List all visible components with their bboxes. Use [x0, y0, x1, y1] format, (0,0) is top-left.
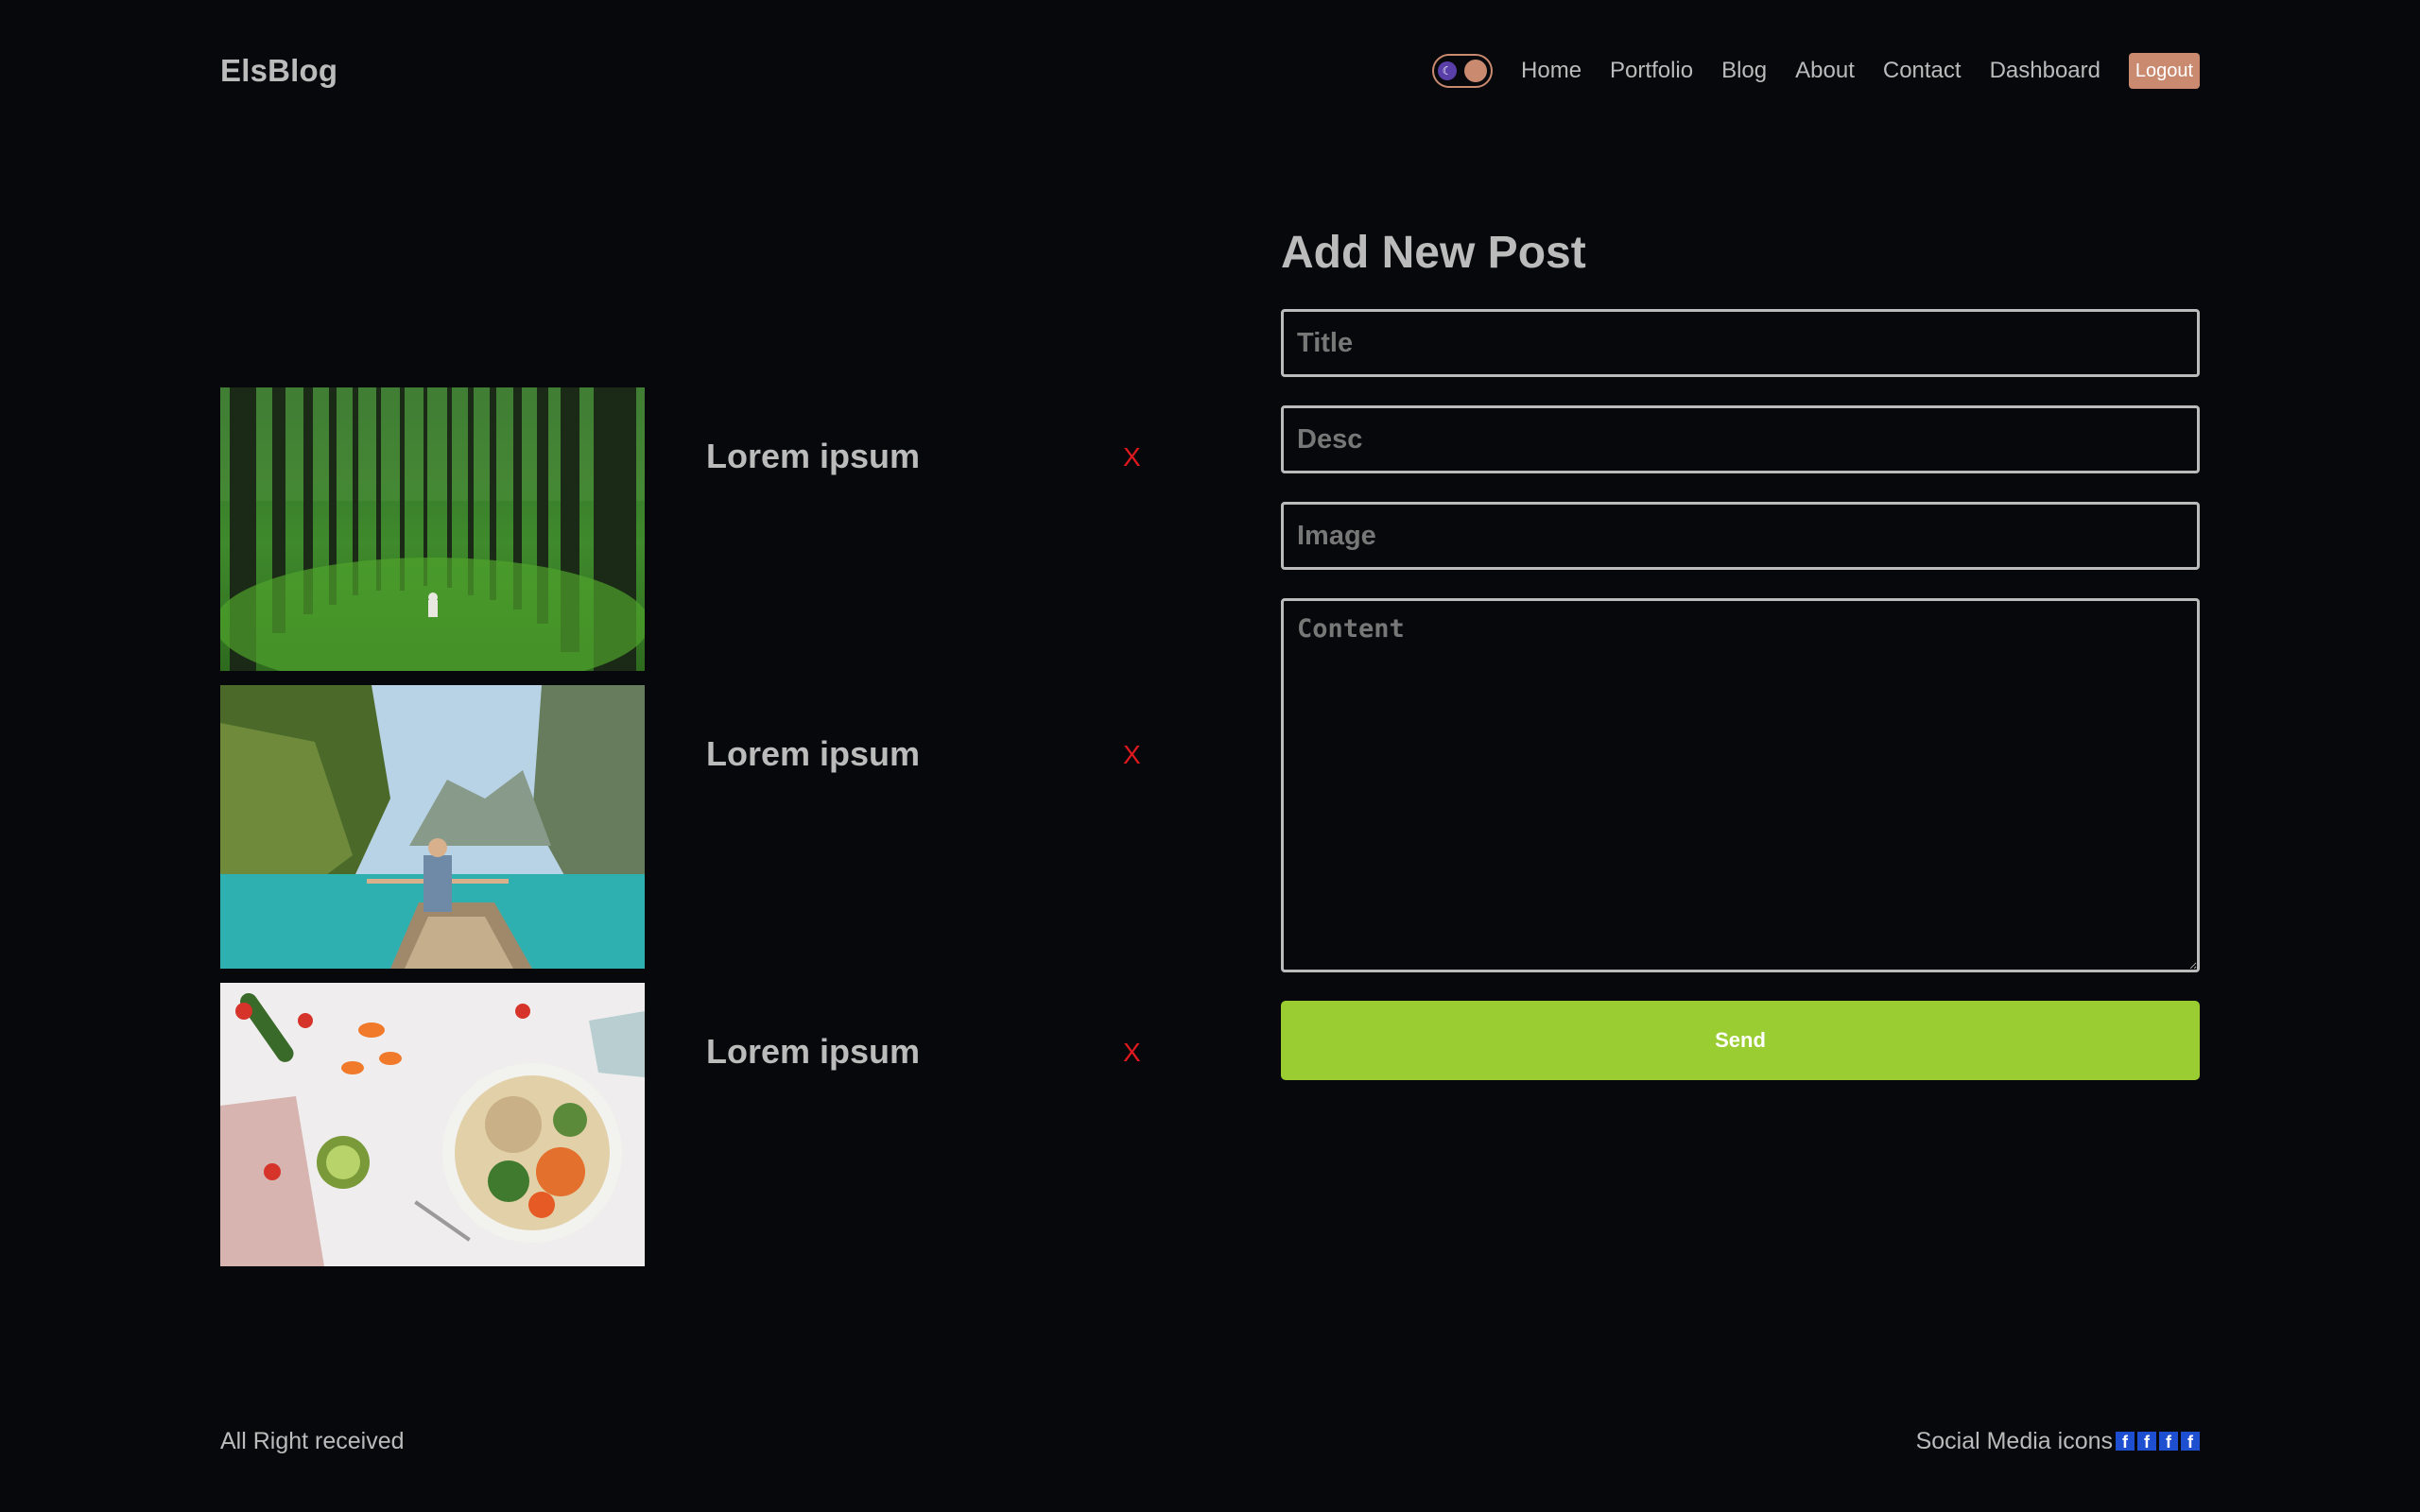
page: ElsBlog ☾ Home Portfolio Blog About Cont… — [0, 0, 2420, 1512]
delete-post-button[interactable]: X — [1123, 740, 1141, 770]
nav-link-portfolio[interactable]: Portfolio — [1610, 58, 1693, 84]
post-thumbnail-boat[interactable] — [220, 685, 645, 969]
content-textarea[interactable] — [1281, 598, 2200, 972]
post-item: Lorem ipsum X — [220, 387, 1166, 671]
theme-toggle[interactable]: ☾ — [1432, 54, 1494, 88]
logout-button[interactable]: Logout — [2129, 53, 2200, 89]
image-input[interactable] — [1281, 502, 2200, 570]
post-thumbnail-salad[interactable] — [220, 983, 645, 1266]
post-item: Lorem ipsum X — [220, 983, 1166, 1266]
moon-icon: ☾ — [1438, 61, 1458, 80]
social-media-label: Social Media icons — [1915, 1427, 2113, 1454]
copyright-text: All Right received — [220, 1427, 405, 1454]
facebook-icon[interactable]: f — [2159, 1432, 2178, 1451]
nav-link-blog[interactable]: Blog — [1721, 58, 1767, 84]
footer: All Right received Social Media icons f … — [220, 1418, 2200, 1465]
post-thumbnail-forest[interactable] — [220, 387, 645, 671]
nav-link-about[interactable]: About — [1795, 58, 1855, 84]
nav-link-home[interactable]: Home — [1521, 58, 1582, 84]
form-heading: Add New Post — [1281, 228, 1586, 278]
delete-post-button[interactable]: X — [1123, 442, 1141, 472]
desc-input[interactable] — [1281, 405, 2200, 473]
facebook-icon[interactable]: f — [2181, 1432, 2200, 1451]
post-title[interactable]: Lorem ipsum — [706, 437, 920, 476]
forest-image — [220, 387, 645, 671]
salad-bowl-image — [220, 983, 645, 1266]
boat-lake-image — [220, 685, 645, 969]
nav-link-dashboard[interactable]: Dashboard — [1990, 58, 2100, 84]
send-button[interactable]: Send — [1281, 1001, 2200, 1080]
post-title[interactable]: Lorem ipsum — [706, 734, 920, 774]
nav-link-contact[interactable]: Contact — [1883, 58, 1962, 84]
facebook-icon[interactable]: f — [2137, 1432, 2156, 1451]
header: ElsBlog ☾ Home Portfolio Blog About Cont… — [220, 0, 2200, 142]
post-item: Lorem ipsum X — [220, 685, 1166, 969]
site-logo[interactable]: ElsBlog — [220, 53, 337, 89]
main-nav: ☾ Home Portfolio Blog About Contact Dash… — [1432, 53, 2200, 89]
facebook-icon[interactable]: f — [2116, 1432, 2135, 1451]
toggle-knob — [1464, 60, 1488, 82]
social-media: Social Media icons f f f f — [1916, 1428, 2200, 1455]
delete-post-button[interactable]: X — [1123, 1038, 1141, 1068]
title-input[interactable] — [1281, 309, 2200, 377]
add-post-form: Add New Post Send — [1281, 227, 2200, 1080]
post-title[interactable]: Lorem ipsum — [706, 1032, 920, 1072]
